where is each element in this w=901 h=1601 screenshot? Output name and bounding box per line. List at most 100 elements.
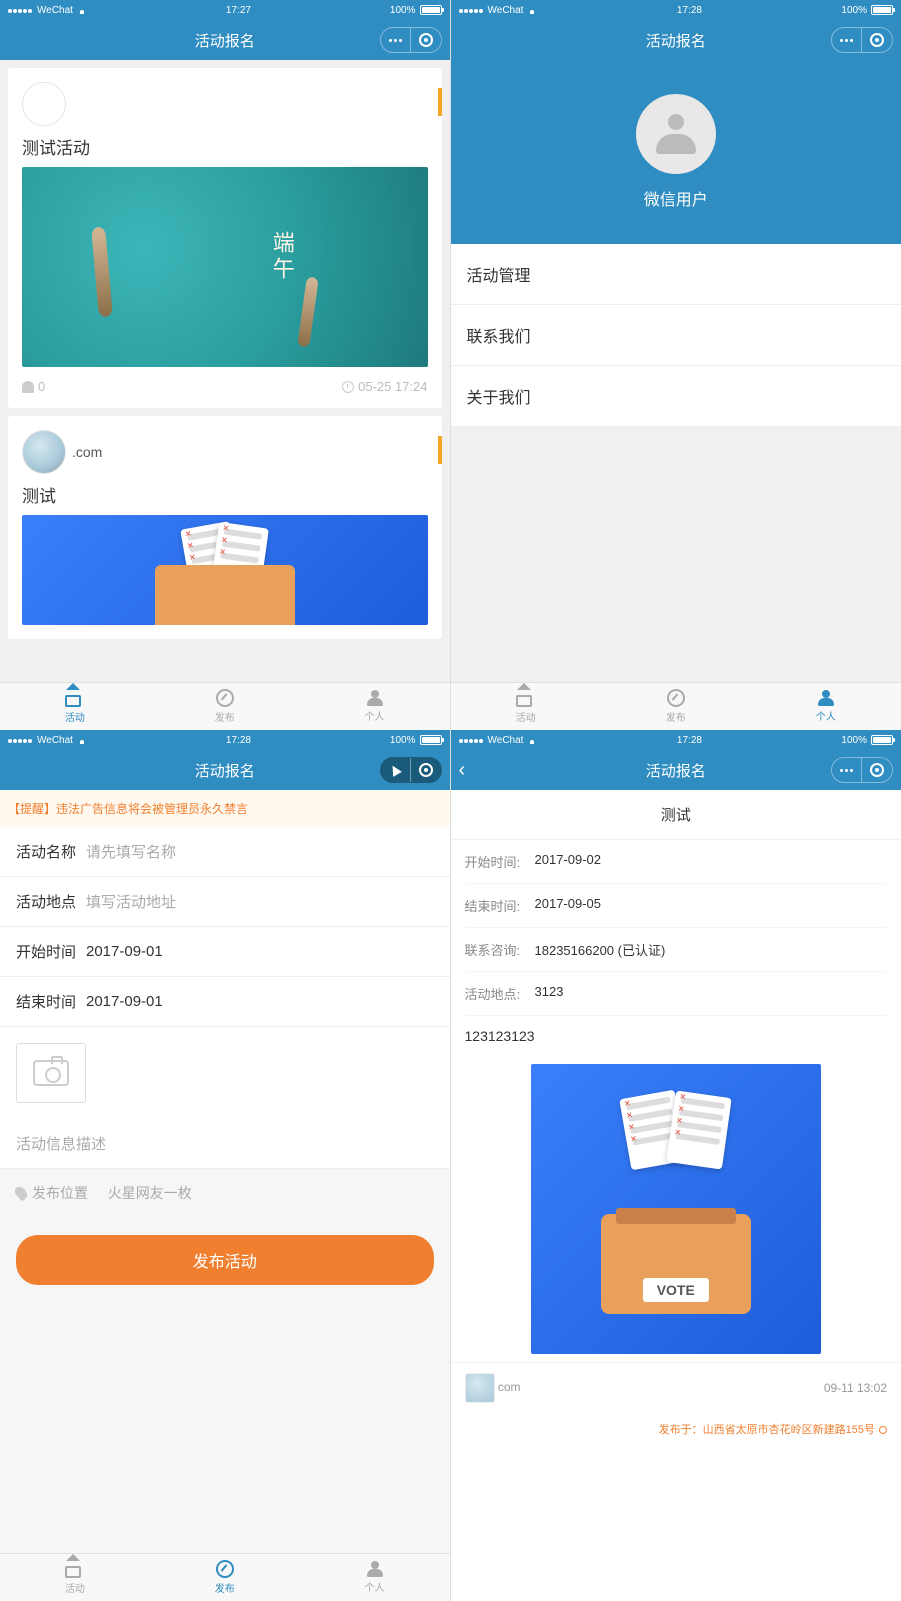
signal-dots-icon [8, 735, 33, 746]
capsule-menu [380, 757, 442, 783]
tab-bar: 活动 发布 个人 [451, 682, 901, 730]
status-time: 17:28 [677, 5, 702, 16]
tab-activity[interactable]: 活动 [0, 1554, 150, 1601]
activity-card[interactable]: .com 测试 [8, 416, 442, 639]
end-time-value: 2017-09-01 [86, 993, 163, 1010]
compass-icon [216, 1560, 234, 1578]
wifi-icon [527, 736, 537, 744]
detail-start-time: 开始时间:2017-09-02 [465, 840, 888, 884]
end-time-field[interactable]: 结束时间2017-09-01 [0, 977, 450, 1027]
publish-location-field[interactable]: 发布位置 火星网友一枚 [0, 1169, 450, 1217]
capsule-more-button[interactable] [832, 757, 862, 783]
battery-icon [420, 735, 442, 745]
capsule-close-button[interactable] [411, 757, 441, 783]
card-image [22, 515, 428, 625]
warning-banner: 【提醒】违法广告信息将会被管理员永久禁言 [0, 790, 450, 827]
vote-box-graphic [601, 1214, 751, 1314]
nav-header: 活动报名 [451, 20, 901, 60]
menu-contact-us[interactable]: 联系我们 [451, 305, 901, 366]
start-time-field[interactable]: 开始时间2017-09-01 [0, 927, 450, 977]
page-title: 活动报名 [195, 760, 255, 781]
image-upload-button[interactable] [16, 1043, 86, 1103]
tab-bar: 活动 发布 个人 [0, 1553, 450, 1601]
tab-publish[interactable]: 发布 [601, 683, 751, 730]
more-icon [389, 39, 402, 42]
person-icon [367, 690, 383, 706]
publish-activity-button[interactable]: 发布活动 [16, 1235, 434, 1285]
publisher-avatar [465, 1373, 495, 1403]
back-button[interactable]: ‹ [459, 759, 466, 782]
person-icon [656, 114, 696, 154]
tab-personal[interactable]: 个人 [300, 1554, 450, 1601]
publish-time: 09-11 13:02 [824, 1381, 887, 1395]
capsule-close-button[interactable] [862, 757, 892, 783]
location-arrow-icon [388, 763, 402, 777]
activity-location-field[interactable]: 活动地点填写活动地址 [0, 877, 450, 927]
tab-publish[interactable]: 发布 [150, 683, 300, 730]
nav-header: 活动报名 [0, 750, 450, 790]
avatar [22, 430, 66, 474]
card-image: 端午 [22, 167, 428, 367]
signal-dots-icon [8, 5, 33, 16]
publish-address: 发布于：山西省太原市杏花岭区新建路155号 [451, 1413, 901, 1445]
battery-label: 100% [841, 735, 867, 746]
menu-about-us[interactable]: 关于我们 [451, 366, 901, 427]
capsule-close-button[interactable] [411, 27, 441, 53]
target-icon [419, 33, 433, 47]
card-title: 测试 [22, 482, 428, 507]
tab-personal[interactable]: 个人 [751, 683, 901, 730]
publisher-name: .com [72, 444, 102, 460]
user-avatar[interactable] [636, 94, 716, 174]
activity-image [531, 1064, 821, 1354]
nav-header: ‹ 活动报名 [451, 750, 901, 790]
capsule-close-button[interactable] [862, 27, 892, 53]
capsule-location-button[interactable] [381, 757, 411, 783]
tab-bar: 活动 发布 个人 [0, 682, 450, 730]
capsule-more-button[interactable] [832, 27, 862, 53]
page-title: 活动报名 [195, 30, 255, 51]
menu-activity-manage[interactable]: 活动管理 [451, 244, 901, 305]
capsule-more-button[interactable] [381, 27, 411, 53]
status-time: 17:28 [226, 735, 251, 746]
activity-name-field[interactable]: 活动名称请先填写名称 [0, 827, 450, 877]
screen-publish-form: WeChat 17:28 100% 活动报名 【提醒】违法广告信息将会被管理员永… [0, 730, 451, 1601]
tab-activity[interactable]: 活动 [451, 683, 601, 730]
status-badge [438, 436, 442, 464]
tab-activity[interactable]: 活动 [0, 683, 150, 730]
detail-contact: 联系咨询:18235166200 (已认证) [465, 928, 888, 972]
tab-personal[interactable]: 个人 [300, 683, 450, 730]
status-badge [438, 88, 442, 116]
target-icon [419, 763, 433, 777]
status-bar: WeChat 17:27 100% [0, 0, 450, 20]
location-input: 填写活动地址 [86, 891, 176, 912]
screen-profile: WeChat 17:28 100% 活动报名 微信用户 活动管理 联系我们 关于… [451, 0, 901, 730]
compass-icon [216, 689, 234, 707]
page-title: 活动报名 [646, 30, 706, 51]
profile-header: 微信用户 [451, 60, 901, 244]
battery-label: 100% [841, 5, 867, 16]
battery-label: 100% [390, 5, 416, 16]
status-bar: WeChat 17:28 100% [451, 0, 901, 20]
compass-icon [667, 689, 685, 707]
carrier-label: WeChat [37, 735, 73, 746]
nav-header: 活动报名 [0, 20, 450, 60]
home-icon [516, 695, 532, 707]
screen-activity-detail: WeChat 17:28 100% ‹ 活动报名 测试 开始时间:2017-09… [451, 730, 901, 1601]
person-icon [367, 1561, 383, 1577]
card-time: 05-25 17:24 [358, 379, 427, 394]
signal-dots-icon [459, 5, 484, 16]
card-title: 测试活动 [22, 134, 428, 159]
target-icon [870, 33, 884, 47]
publish-location-value: 火星网友一枚 [108, 1183, 192, 1203]
user-icon [22, 381, 34, 393]
detail-end-time: 结束时间:2017-09-05 [465, 884, 888, 928]
battery-icon [871, 735, 893, 745]
camera-icon [33, 1060, 69, 1086]
description-input[interactable]: 活动信息描述 [0, 1119, 450, 1169]
capsule-menu [831, 27, 893, 53]
wifi-icon [77, 736, 87, 744]
target-icon [870, 763, 884, 777]
tab-publish[interactable]: 发布 [150, 1554, 300, 1601]
activity-card[interactable]: 测试活动 端午 0 05-25 17:24 [8, 68, 442, 408]
name-input: 请先填写名称 [86, 841, 176, 862]
